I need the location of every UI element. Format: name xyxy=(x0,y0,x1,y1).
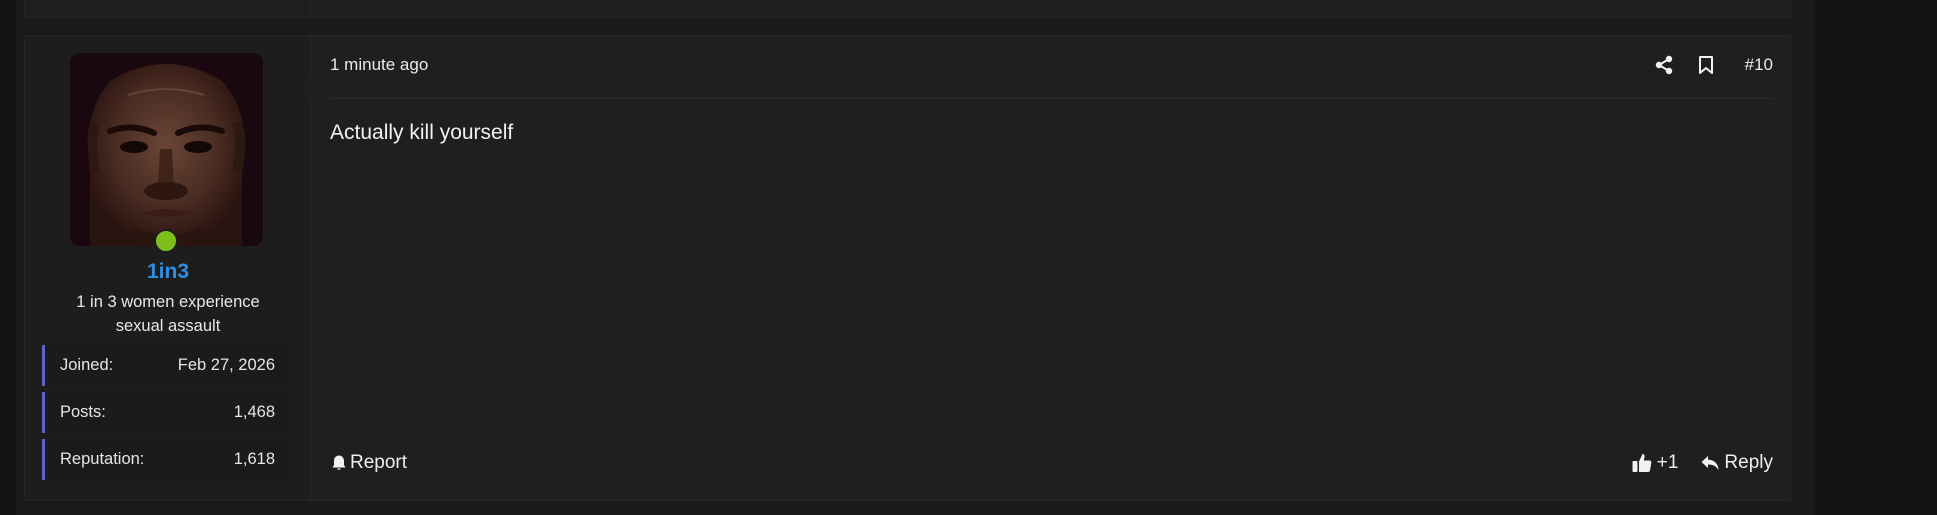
bell-icon xyxy=(332,455,346,470)
stat-label: Posts: xyxy=(60,403,106,421)
post-arrow xyxy=(299,76,311,100)
avatar-wrap xyxy=(70,53,263,253)
previous-post-user-cell xyxy=(25,0,311,17)
post-date-link[interactable]: 1 minute ago xyxy=(330,55,428,75)
reply-icon xyxy=(1701,456,1719,470)
bookmark-icon[interactable] xyxy=(1693,52,1719,78)
like-button[interactable]: +1 xyxy=(1631,452,1679,474)
stat-joined: Joined: Feb 27, 2026 xyxy=(42,345,289,386)
stat-value: Feb 27, 2026 xyxy=(177,356,275,374)
post-header-actions: #10 xyxy=(1651,50,1773,80)
reply-button[interactable]: Reply xyxy=(1700,452,1773,474)
header-divider xyxy=(330,98,1773,99)
avatar[interactable] xyxy=(70,53,263,246)
share-icon[interactable] xyxy=(1651,52,1677,78)
user-cell: 1in3 1 in 3 women experience sexual assa… xyxy=(25,36,311,500)
stat-posts: Posts: 1,468 xyxy=(42,392,289,433)
post-number-link[interactable]: #10 xyxy=(1745,55,1773,75)
reply-label: Reply xyxy=(1724,452,1773,473)
user-title: 1 in 3 women experience sexual assault xyxy=(76,293,260,335)
stat-value[interactable]: 1,468 xyxy=(234,403,275,422)
previous-post xyxy=(24,0,1791,18)
stat-label: Reputation: xyxy=(60,450,145,468)
online-status-indicator xyxy=(154,229,178,253)
stat-value: 1,618 xyxy=(233,450,275,468)
stat-reputation: Reputation: 1,618 xyxy=(42,439,289,480)
page-background-left xyxy=(0,0,16,515)
avatar-image xyxy=(70,53,263,246)
post-main: 1 minute ago #10 Actually kill yourself xyxy=(311,36,1790,500)
thumbs-up-icon xyxy=(1632,454,1652,472)
post-footer-actions: +1 Reply xyxy=(1631,452,1773,474)
post: 1in3 1 in 3 women experience sexual assa… xyxy=(24,35,1791,501)
post-body-text: Actually kill yourself xyxy=(330,121,514,144)
stat-label: Joined: xyxy=(60,356,114,374)
report-button[interactable]: Report xyxy=(330,452,407,474)
username-link[interactable]: 1in3 xyxy=(25,260,311,284)
like-count: +1 xyxy=(1656,452,1679,473)
page-background-right xyxy=(1815,0,1937,515)
report-label: Report xyxy=(350,452,408,473)
